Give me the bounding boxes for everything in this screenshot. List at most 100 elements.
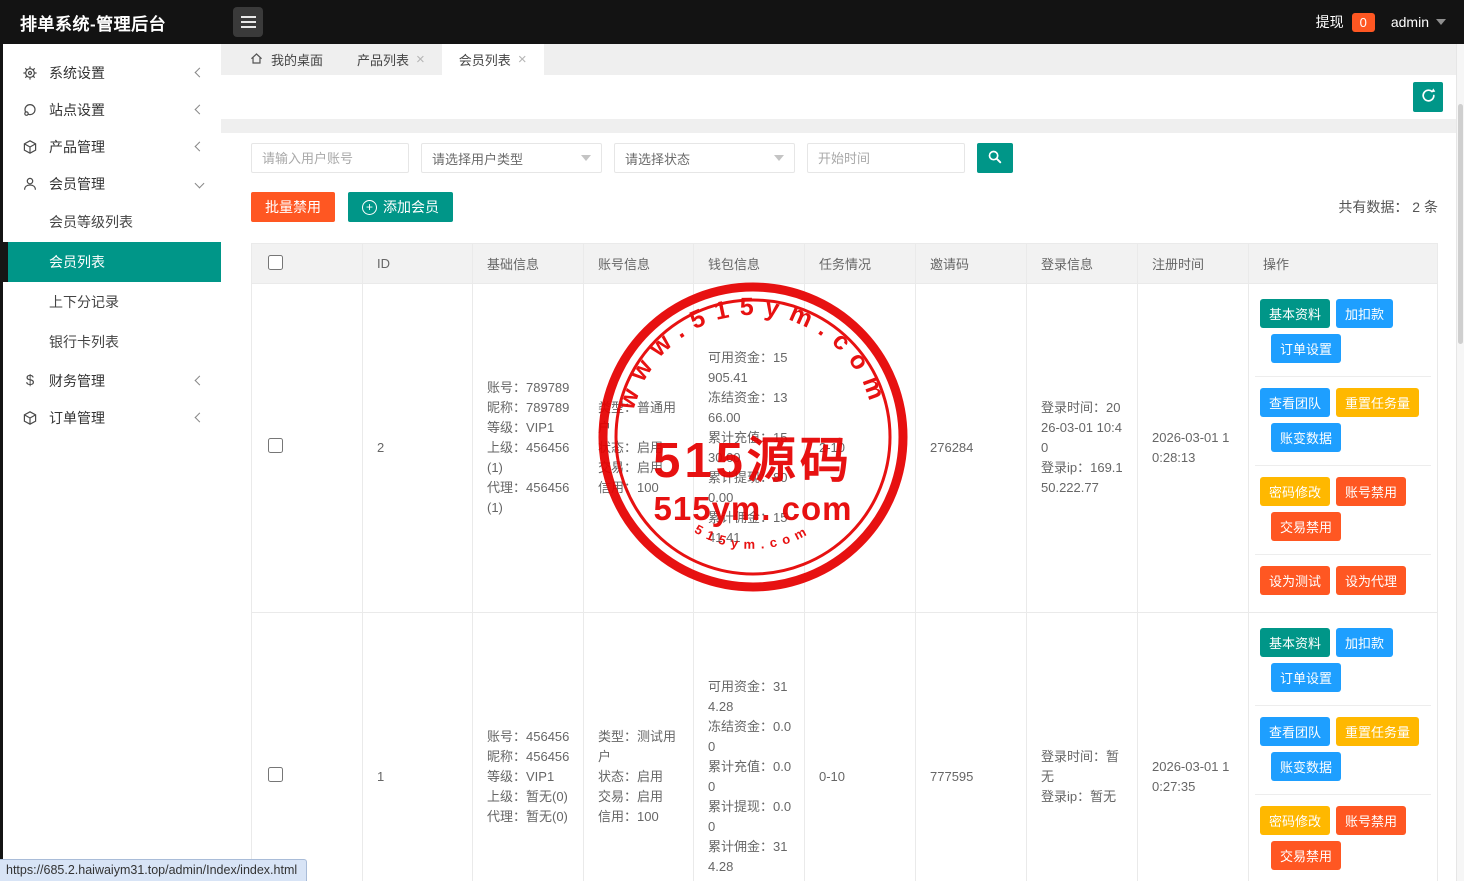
sidebar-item-label: 会员管理 bbox=[49, 174, 105, 194]
sidebar-item-label: 系统设置 bbox=[49, 63, 105, 83]
view-team-button[interactable]: 查看团队 bbox=[1260, 717, 1330, 746]
tab-bar: 我的桌面 产品列表 × 会员列表 × bbox=[221, 44, 1464, 75]
refresh-button[interactable] bbox=[1413, 82, 1443, 112]
disable-account-button[interactable]: 账号禁用 bbox=[1336, 806, 1406, 835]
admin-username: admin bbox=[1391, 14, 1429, 30]
globe-icon bbox=[22, 102, 38, 118]
add-member-label: 添加会员 bbox=[383, 197, 439, 217]
withdraw-badge: 0 bbox=[1352, 13, 1375, 32]
sidebar-item-member-list[interactable]: 会员列表 bbox=[3, 242, 221, 282]
action-group: 密码修改账号禁用交易禁用 bbox=[1255, 795, 1431, 881]
sidebar-item-member-level-list[interactable]: 会员等级列表 bbox=[3, 202, 221, 242]
change-password-button[interactable]: 密码修改 bbox=[1260, 477, 1330, 506]
chevron-left-icon bbox=[195, 413, 205, 423]
cell-basic-info: 账号：789789昵称：789789等级：VIP1上级：456456(1)代理：… bbox=[473, 284, 584, 613]
col-header-invite: 邀请码 bbox=[916, 244, 1027, 284]
cube-icon bbox=[22, 139, 38, 155]
dollar-icon: $ bbox=[22, 373, 38, 389]
cell-id: 1 bbox=[363, 613, 473, 881]
order-settings-button[interactable]: 订单设置 bbox=[1271, 663, 1341, 692]
sidebar-item-bankcard-list[interactable]: 银行卡列表 bbox=[3, 322, 221, 362]
hamburger-menu-button[interactable] bbox=[233, 7, 263, 37]
col-header-id: ID bbox=[363, 244, 473, 284]
col-header-basic: 基础信息 bbox=[473, 244, 584, 284]
cell-login-info: 登录时间：暂无登录ip：暂无 bbox=[1027, 613, 1138, 881]
search-button[interactable] bbox=[977, 143, 1013, 173]
col-header-login: 登录信息 bbox=[1027, 244, 1138, 284]
tab-label: 产品列表 bbox=[357, 50, 409, 69]
set-test-button[interactable]: 设为测试 bbox=[1260, 566, 1330, 595]
tab-label: 会员列表 bbox=[459, 50, 511, 69]
action-group: 设为测试设为代理 bbox=[1255, 555, 1431, 608]
sidebar-item-product-management[interactable]: 产品管理 bbox=[3, 128, 221, 165]
chevron-left-icon bbox=[195, 105, 205, 115]
basic-profile-button[interactable]: 基本资料 bbox=[1260, 628, 1330, 657]
chevron-down-icon bbox=[581, 155, 591, 161]
close-icon[interactable]: × bbox=[518, 52, 527, 67]
sidebar-item-label: 财务管理 bbox=[49, 371, 105, 391]
chevron-left-icon bbox=[195, 142, 205, 152]
sidebar-item-member-management[interactable]: 会员管理 bbox=[3, 165, 221, 202]
view-team-button[interactable]: 查看团队 bbox=[1260, 388, 1330, 417]
cell-login-info: 登录时间：2026-03-01 10:40登录ip：169.150.222.77 bbox=[1027, 284, 1138, 613]
app-header: 排单系统-管理后台 提现 0 admin bbox=[0, 0, 1464, 44]
search-icon bbox=[987, 149, 1003, 168]
table-header-row: ID 基础信息 账号信息 钱包信息 任务情况 邀请码 登录信息 注册时间 操作 bbox=[252, 244, 1438, 284]
sidebar-subitem-label: 会员列表 bbox=[49, 252, 105, 272]
add-member-button[interactable]: + 添加会员 bbox=[348, 192, 453, 222]
sidebar-item-order-management[interactable]: 订单管理 bbox=[3, 399, 221, 436]
tab-product-list[interactable]: 产品列表 × bbox=[340, 44, 442, 75]
content-gap bbox=[221, 119, 1464, 133]
disable-trade-button[interactable]: 交易禁用 bbox=[1271, 512, 1341, 541]
tab-desktop[interactable]: 我的桌面 bbox=[232, 44, 340, 75]
disable-trade-button[interactable]: 交易禁用 bbox=[1271, 841, 1341, 870]
start-time-input[interactable] bbox=[807, 143, 965, 173]
admin-menu[interactable]: admin bbox=[1391, 14, 1446, 30]
sidebar: 系统设置 站点设置 产品管理 会员管理 会员等级列表 会员列表 上下分记录 银行… bbox=[0, 44, 221, 881]
sidebar-item-system-settings[interactable]: 系统设置 bbox=[3, 54, 221, 91]
order-settings-button[interactable]: 订单设置 bbox=[1271, 334, 1341, 363]
select-all-checkbox[interactable] bbox=[268, 255, 283, 270]
sidebar-item-updown-records[interactable]: 上下分记录 bbox=[3, 282, 221, 322]
user-type-select[interactable]: 请选择用户类型 bbox=[421, 143, 602, 173]
add-deduct-button[interactable]: 加扣款 bbox=[1336, 628, 1393, 657]
reset-task-button[interactable]: 重置任务量 bbox=[1336, 388, 1419, 417]
balance-change-button[interactable]: 账变数据 bbox=[1271, 752, 1341, 781]
basic-profile-button[interactable]: 基本资料 bbox=[1260, 299, 1330, 328]
col-header-account: 账号信息 bbox=[584, 244, 694, 284]
withdraw-link[interactable]: 提现 0 bbox=[1316, 12, 1375, 32]
table-row: 1 账号：456456昵称：456456等级：VIP1上级：暂无(0)代理：暂无… bbox=[252, 613, 1438, 881]
row-checkbox[interactable] bbox=[268, 767, 283, 782]
reset-task-button[interactable]: 重置任务量 bbox=[1336, 717, 1419, 746]
action-group: 基本资料加扣款订单设置 bbox=[1255, 617, 1431, 706]
member-table: ID 基础信息 账号信息 钱包信息 任务情况 邀请码 登录信息 注册时间 操作 … bbox=[251, 243, 1438, 881]
status-select[interactable]: 请选择状态 bbox=[614, 143, 795, 173]
col-header-registered: 注册时间 bbox=[1138, 244, 1249, 284]
set-agent-button[interactable]: 设为代理 bbox=[1336, 566, 1406, 595]
vertical-scrollbar[interactable] bbox=[1456, 44, 1464, 881]
row-checkbox[interactable] bbox=[268, 438, 283, 453]
batch-disable-button[interactable]: 批量禁用 bbox=[251, 192, 335, 222]
home-icon bbox=[249, 51, 264, 69]
chevron-down-icon bbox=[195, 179, 205, 189]
chevron-down-icon bbox=[774, 155, 784, 161]
balance-change-button[interactable]: 账变数据 bbox=[1271, 423, 1341, 452]
plus-icon: + bbox=[362, 200, 377, 215]
tab-member-list[interactable]: 会员列表 × bbox=[442, 44, 544, 75]
add-deduct-button[interactable]: 加扣款 bbox=[1336, 299, 1393, 328]
account-search-input[interactable] bbox=[251, 143, 409, 173]
cell-account-info: 类型：普通用户状态：启用交易：启用信用：100 bbox=[584, 284, 694, 613]
refresh-icon bbox=[1420, 87, 1437, 107]
action-group: 查看团队重置任务量账变数据 bbox=[1255, 377, 1431, 466]
chevron-left-icon bbox=[195, 376, 205, 386]
change-password-button[interactable]: 密码修改 bbox=[1260, 806, 1330, 835]
cell-wallet-info: 可用资金：15905.41冻结资金：1366.00累计充值：1530.00累计提… bbox=[694, 284, 805, 613]
member-list-panel: 请选择用户类型 请选择状态 批量禁用 + 添加会员 共有数据： 2 条 bbox=[221, 133, 1464, 881]
status-select-value: 请选择状态 bbox=[625, 149, 690, 168]
scrollbar-thumb[interactable] bbox=[1458, 104, 1463, 344]
sidebar-item-finance-management[interactable]: $ 财务管理 bbox=[3, 362, 221, 399]
disable-account-button[interactable]: 账号禁用 bbox=[1336, 477, 1406, 506]
close-icon[interactable]: × bbox=[416, 52, 425, 67]
sidebar-item-site-settings[interactable]: 站点设置 bbox=[3, 91, 221, 128]
user-icon bbox=[22, 176, 38, 192]
